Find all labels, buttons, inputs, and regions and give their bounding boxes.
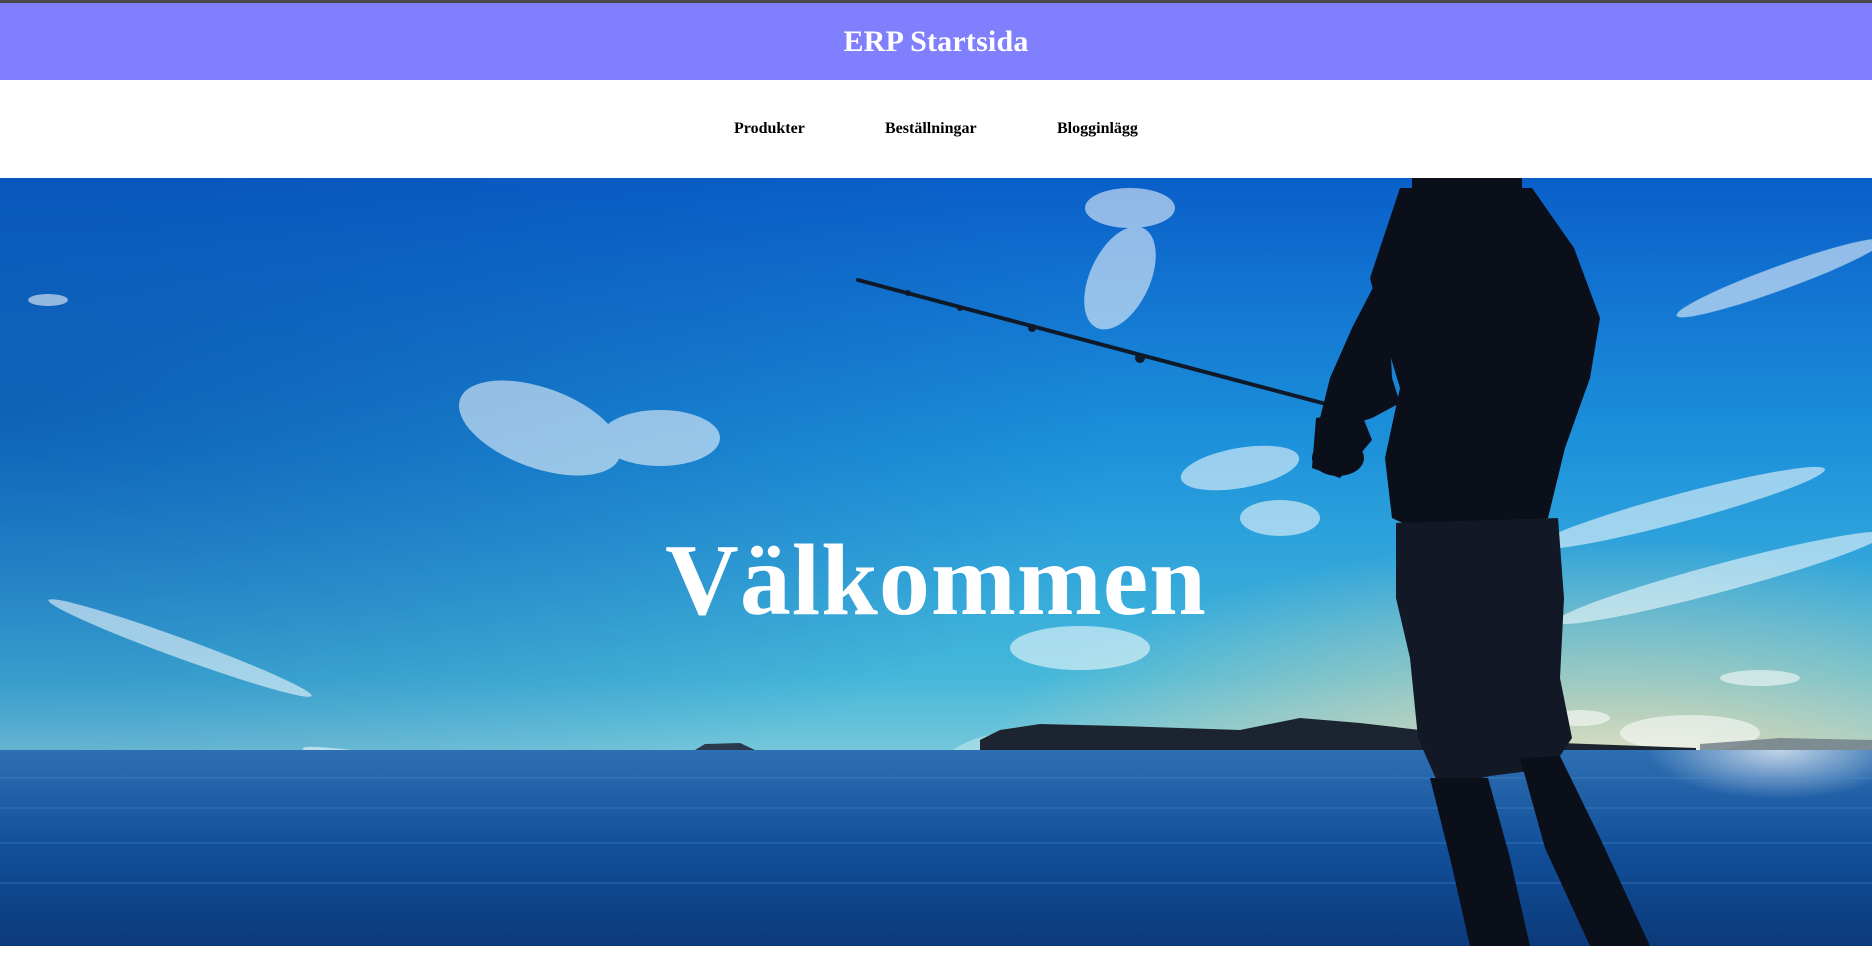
site-title: ERP Startsida <box>843 24 1029 58</box>
footer-strip <box>0 946 1872 961</box>
nav-link-bestallningar[interactable]: Beställningar <box>885 120 977 138</box>
hero-banner: Välkommen <box>0 178 1872 946</box>
site-header: ERP Startsida <box>0 3 1872 80</box>
nav-link-produkter[interactable]: Produkter <box>734 120 805 138</box>
nav-link-blogginlagg[interactable]: Blogginlägg <box>1057 120 1138 138</box>
main-nav: Produkter Beställningar Blogginlägg <box>0 80 1872 178</box>
page: ERP Startsida Produkter Beställningar Bl… <box>0 0 1872 961</box>
hero-title: Välkommen <box>665 524 1207 637</box>
